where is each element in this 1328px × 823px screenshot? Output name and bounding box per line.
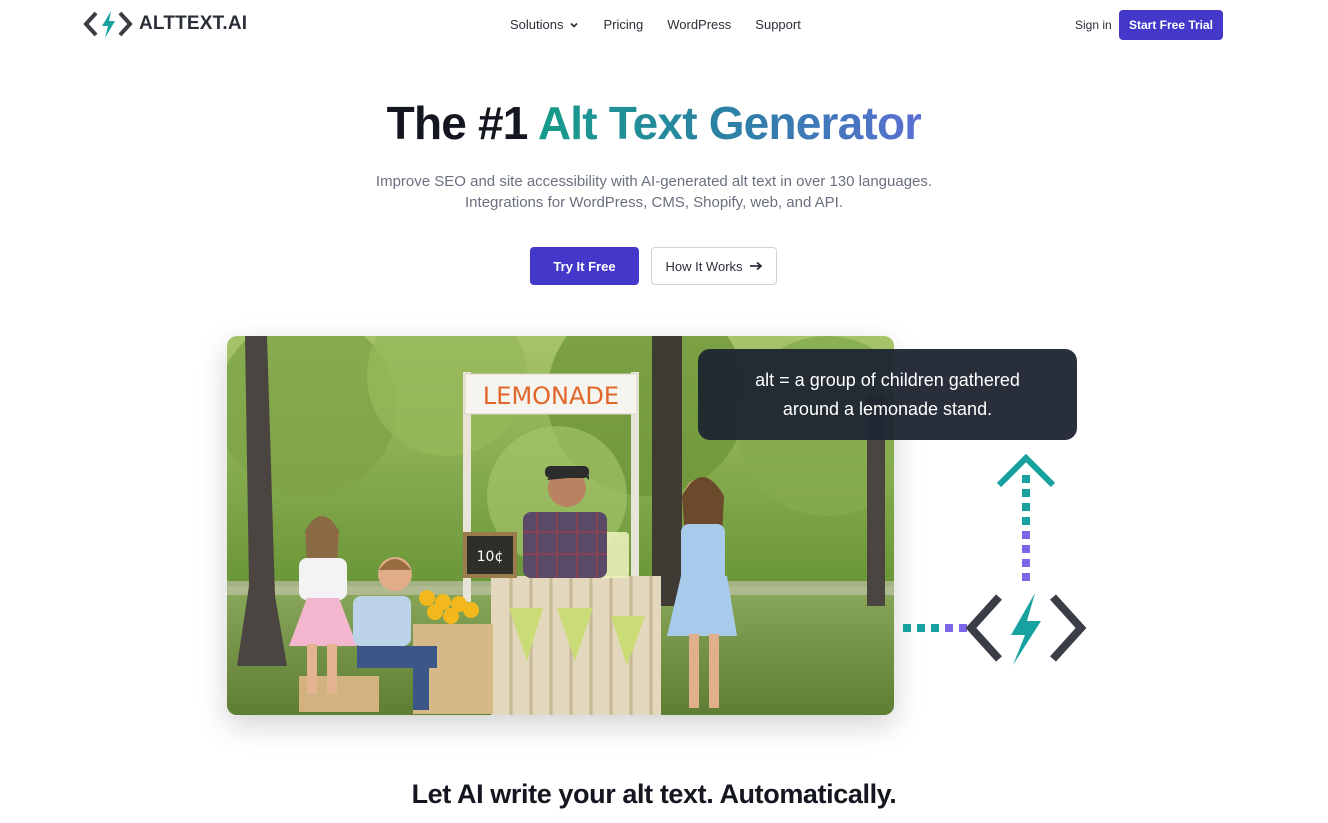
nav-link-solutions[interactable]: Solutions <box>510 17 579 32</box>
hero-cta-row: Try It Free How It Works <box>530 247 777 285</box>
hero-title-highlight: Alt Text Generator <box>537 97 922 149</box>
nav-link-support[interactable]: Support <box>755 17 801 32</box>
nav-link-label: Support <box>755 17 801 32</box>
hero-subtitle-line: Integrations for WordPress, CMS, Shopify… <box>465 194 843 211</box>
chevron-down-icon <box>570 22 579 28</box>
nav-link-label: Solutions <box>510 17 564 32</box>
nav-link-pricing[interactable]: Pricing <box>603 17 643 32</box>
top-navigation: ALTTEXT.AI Solutions Pricing WordPress S… <box>0 0 1328 52</box>
try-it-free-button[interactable]: Try It Free <box>530 247 639 285</box>
generation-flow-graphic <box>903 453 1087 665</box>
how-it-works-button[interactable]: How It Works <box>651 247 777 285</box>
hero-subtitle-line: Improve SEO and site accessibility with … <box>375 173 933 190</box>
start-free-trial-button[interactable]: Start Free Trial <box>1119 10 1223 40</box>
section-title: Let AI write your alt text. Automaticall… <box>411 779 897 809</box>
code-bolt-icon <box>965 593 1087 665</box>
hero-subtitle: Improve SEO and site accessibility with … <box>0 171 1308 213</box>
price-sign-text: 10¢ <box>477 549 504 565</box>
horizontal-dotted-line <box>903 624 967 632</box>
nav-link-label: WordPress <box>667 17 732 32</box>
lemonade-sign-text: LEMONADE <box>483 382 619 410</box>
vertical-dotted-line <box>1022 475 1030 581</box>
nav-link-wordpress[interactable]: WordPress <box>667 17 731 32</box>
sign-in-link[interactable]: Sign in <box>1075 18 1112 32</box>
alt-text-value: alt = a group of children gathered aroun… <box>755 369 1020 419</box>
nav-link-label: Pricing <box>603 17 644 32</box>
hero-title-plain: The #1 <box>386 97 538 149</box>
alt-text-card: alt = a group of children gathered aroun… <box>698 349 1077 440</box>
brand-logo[interactable]: ALTTEXT.AI <box>83 9 247 39</box>
arrow-right-icon <box>749 261 762 271</box>
how-it-works-label: How It Works <box>665 258 743 274</box>
nav-links: Solutions Pricing WordPress Support <box>510 17 801 32</box>
brand-name: ALTTEXT.AI <box>139 13 248 34</box>
hero-title: The #1 Alt Text Generator <box>0 96 1308 150</box>
code-bolt-logo-icon <box>83 11 133 38</box>
